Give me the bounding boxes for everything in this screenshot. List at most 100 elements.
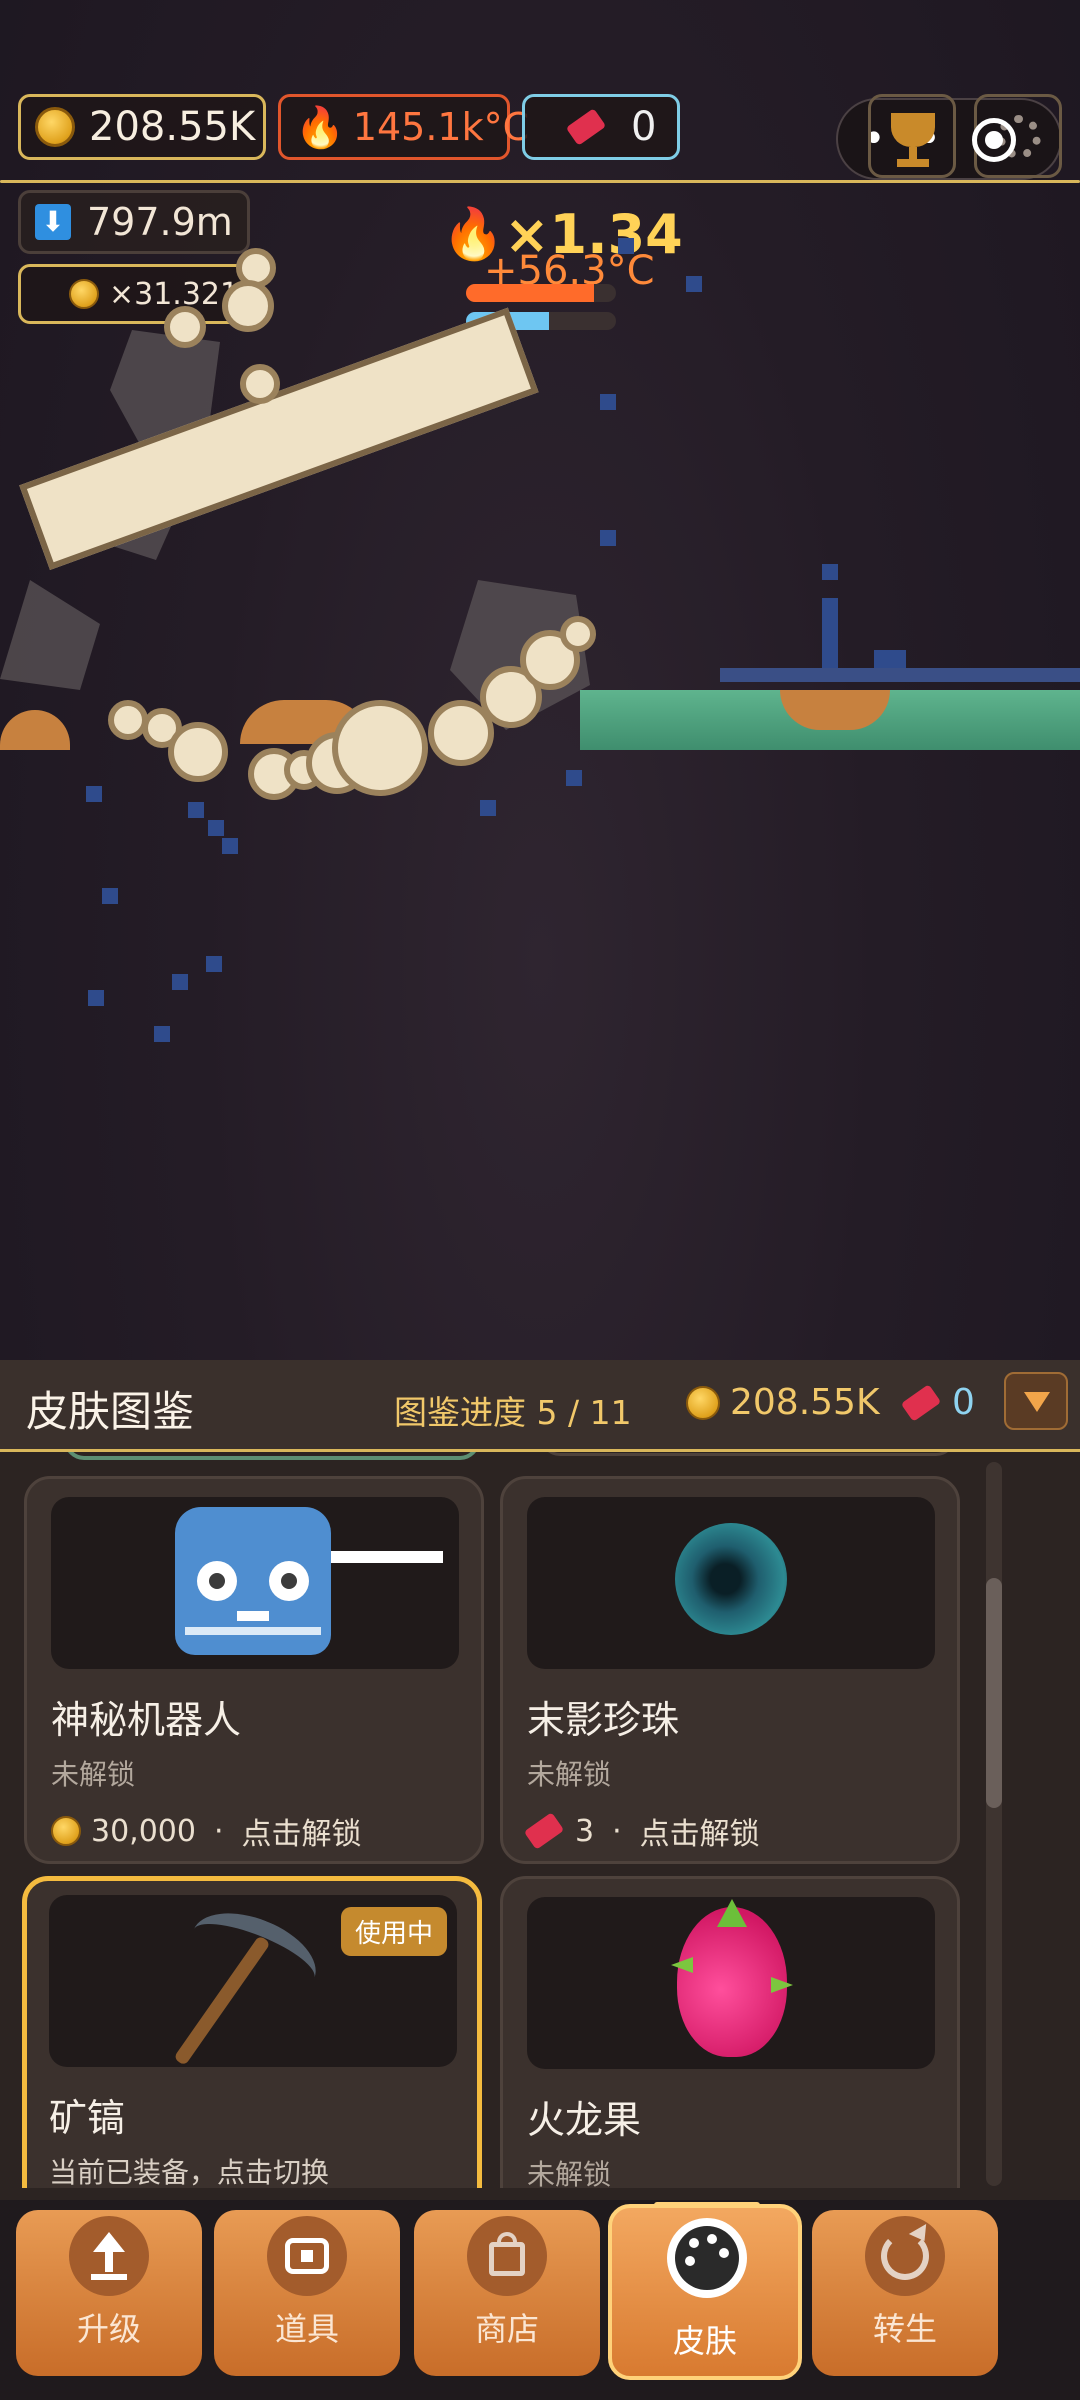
dragon-fruit-icon <box>671 1899 793 2057</box>
pixel-debris <box>86 786 102 802</box>
skin-name: 末影珍珠 <box>527 1698 680 1742</box>
coin-icon <box>35 107 75 147</box>
nav-upgrade[interactable]: 升级 <box>16 2210 202 2376</box>
heat-bar-fill <box>466 284 594 302</box>
dust-bubble <box>168 722 228 782</box>
nav-label: 转生 <box>872 2310 937 2348</box>
scrollbar-track[interactable] <box>986 1462 1002 2186</box>
in-use-badge: 使用中 <box>341 1907 448 1956</box>
depth-value: 797.9m <box>87 200 233 244</box>
nav-label: 皮肤 <box>672 2322 737 2360</box>
surface-line <box>720 668 1080 682</box>
skin-price[interactable]: 30,000 · 点击解锁 <box>51 1809 362 1853</box>
scrollbar-thumb[interactable] <box>986 1578 1002 1808</box>
skin-state: 未解锁 <box>527 1758 612 1791</box>
pixel-debris <box>102 888 118 904</box>
pixel-debris <box>600 530 616 546</box>
pixel-debris <box>172 974 188 990</box>
depth-counter: ⬇ 797.9m <box>18 190 250 254</box>
skin-card-robot[interactable]: 神秘机器人 未解锁 30,000 · 点击解锁 <box>24 1476 484 1864</box>
skin-art <box>51 1497 459 1669</box>
collapse-button[interactable] <box>1004 1372 1068 1430</box>
skin-price[interactable]: 3 · 点击解锁 <box>523 1809 760 1853</box>
skin-name: 矿镐 <box>49 2096 126 2140</box>
skin-state: 未解锁 <box>527 2158 612 2188</box>
skin-name: 火龙果 <box>527 2098 642 2142</box>
pickaxe-icon <box>169 1897 329 2067</box>
heat-bar <box>466 284 616 302</box>
price-value: 3 <box>575 1813 595 1849</box>
ticket-icon <box>523 1812 565 1850</box>
nav-rebirth[interactable]: 转生 <box>812 2210 998 2376</box>
upload-icon <box>69 2216 149 2296</box>
skin-card-pickaxe[interactable]: 使用中 矿镐 当前已装备，点击切换 <box>22 1876 482 2188</box>
refresh-icon <box>865 2216 945 2296</box>
nav-label: 商店 <box>474 2310 539 2348</box>
coin-counter: 208.55K <box>18 94 266 160</box>
skin-list: 神秘机器人 未解锁 30,000 · 点击解锁 末影珍珠 未解锁 3 · 点击解… <box>0 1452 980 2188</box>
coin-multiplier-value: ×31.321 <box>109 276 240 312</box>
skin-art <box>527 1897 935 2069</box>
pixel-debris <box>88 990 104 1006</box>
heat-value: 145.1k°C <box>352 105 530 149</box>
dust-bubble <box>240 364 280 404</box>
panel-header: 皮肤图鉴 图鉴进度 5 / 11 208.55K 0 <box>0 1360 1080 1452</box>
ender-pearl-icon <box>675 1523 787 1635</box>
unlock-action: 点击解锁 <box>639 1817 760 1852</box>
pixel-debris <box>686 276 702 292</box>
ticket-icon <box>565 108 607 146</box>
pixel-debris <box>618 238 634 254</box>
download-arrow-icon: ⬇ <box>35 204 71 240</box>
palette-icon <box>667 2218 747 2298</box>
record-icon[interactable] <box>972 118 1016 162</box>
panel-ticket-value: 0 <box>952 1382 975 1423</box>
triangle-down-icon <box>1024 1392 1050 1412</box>
rock <box>0 580 100 690</box>
dust-bubble <box>560 616 596 652</box>
skin-state: 当前已装备，点击切换 <box>49 2156 330 2188</box>
pixel-block <box>822 564 838 580</box>
nav-label: 升级 <box>76 2310 141 2348</box>
skin-card-ender-pearl[interactable]: 末影珍珠 未解锁 3 · 点击解锁 <box>500 1476 960 1864</box>
panel-coins: 208.55K <box>686 1382 880 1423</box>
skin-art <box>527 1497 935 1669</box>
drill-bar <box>19 307 539 570</box>
pixel-debris <box>188 802 204 818</box>
pixel-block <box>874 650 906 668</box>
ticket-value: 0 <box>631 104 657 150</box>
hud-divider <box>0 180 1080 183</box>
robot-stick <box>331 1551 443 1563</box>
price-separator: · <box>213 1813 224 1849</box>
nav-shop[interactable]: 商店 <box>414 2210 600 2376</box>
nav-skins[interactable]: 皮肤 <box>608 2202 802 2380</box>
panel-tickets: 0 <box>900 1382 975 1423</box>
pixel-debris <box>208 820 224 836</box>
nav-items[interactable]: 道具 <box>214 2210 400 2376</box>
unlock-action: 点击解锁 <box>241 1817 362 1852</box>
skin-card-dragon-fruit[interactable]: 火龙果 未解锁 <box>500 1876 960 2188</box>
bottom-nav: 升级 道具 商店 皮肤 转生 <box>0 2200 1080 2400</box>
pixel-block <box>822 598 838 668</box>
heat-counter: 🔥 145.1k°C <box>278 94 529 160</box>
skin-state: 未解锁 <box>51 1758 136 1791</box>
dust-bubble <box>222 280 274 332</box>
coin-multiplier: ×31.321 <box>18 264 250 324</box>
card-edge <box>64 1452 480 1460</box>
trophy-button[interactable] <box>868 94 956 178</box>
ground-left <box>0 710 70 750</box>
godot-robot-icon <box>175 1507 331 1655</box>
coin-icon <box>69 279 99 309</box>
fire-icon: 🔥 <box>295 104 345 151</box>
trophy-icon <box>891 113 935 147</box>
coin-value: 208.55K <box>89 104 256 150</box>
chest-icon <box>267 2216 347 2296</box>
bag-icon <box>467 2216 547 2296</box>
price-value: 30,000 <box>91 1813 196 1849</box>
pixel-debris <box>206 956 222 972</box>
pixel-debris <box>222 838 238 854</box>
pixel-debris <box>154 1026 170 1042</box>
pixel-debris <box>566 770 582 786</box>
nav-label: 道具 <box>274 2310 339 2348</box>
skin-name: 神秘机器人 <box>51 1698 242 1742</box>
ticket-icon <box>900 1383 942 1422</box>
